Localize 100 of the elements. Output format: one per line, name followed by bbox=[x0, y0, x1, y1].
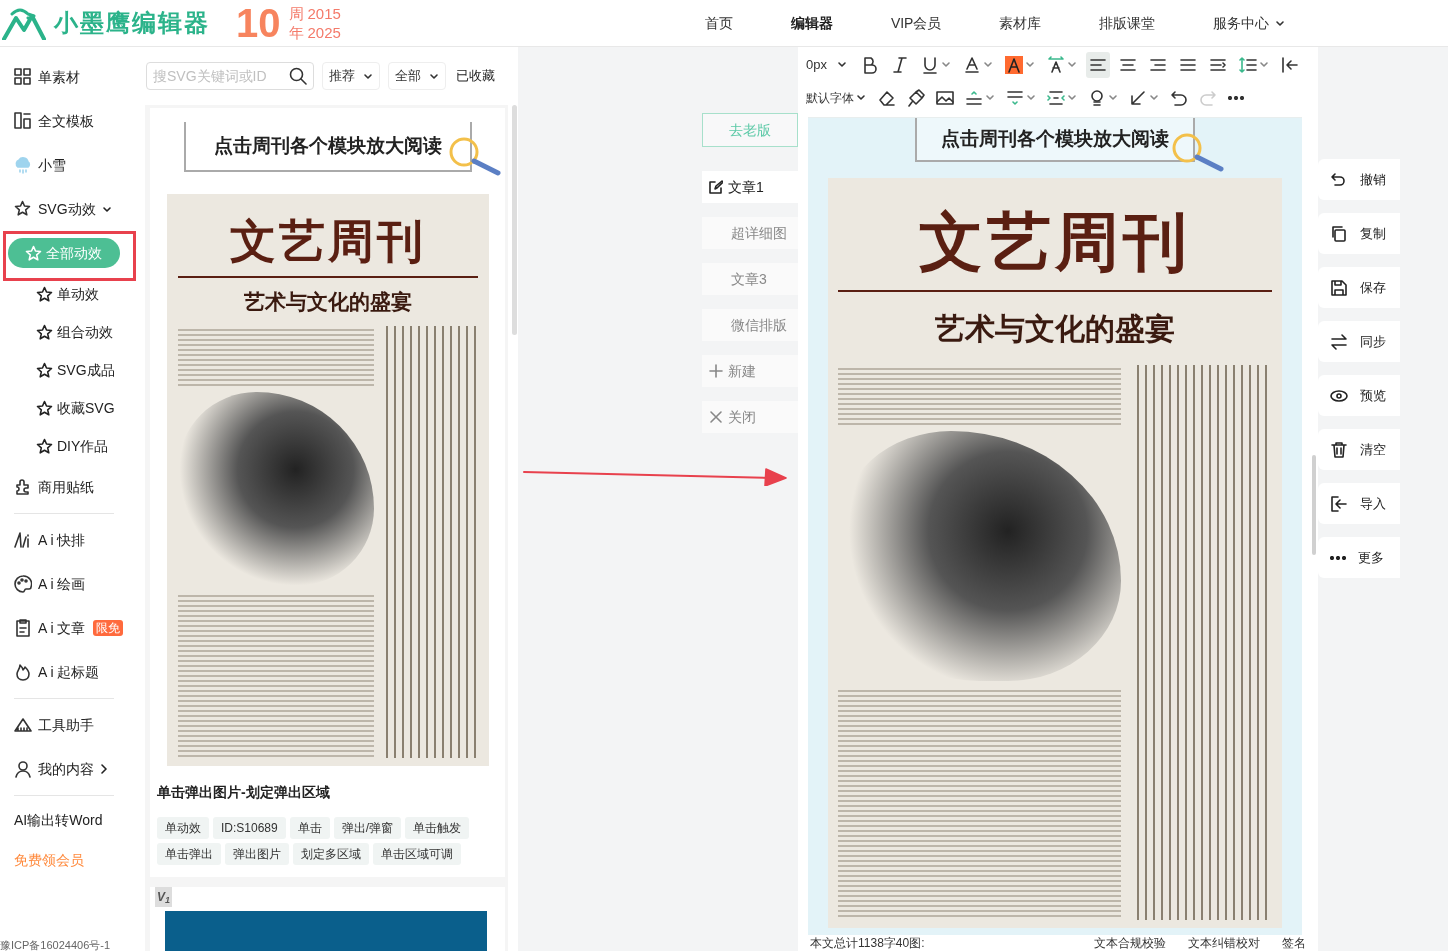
status-link[interactable]: 文本纠错校对 bbox=[1188, 935, 1260, 951]
palette-icon bbox=[14, 575, 32, 593]
newspaper-subtitle: 艺术与文化的盛宴 bbox=[935, 310, 1175, 348]
sidebar-item[interactable]: A i 绘画 bbox=[14, 562, 140, 606]
newspaper-title: 文艺周刊 bbox=[919, 210, 1191, 274]
card-title: 单击弹出图片-划定弹出区域 bbox=[157, 783, 331, 802]
favorites-link[interactable]: 已收藏 bbox=[456, 66, 495, 86]
sidebar-subitem[interactable]: DIY作品 bbox=[36, 435, 109, 457]
nav-link[interactable]: 素材库 bbox=[999, 12, 1042, 34]
align-left-button[interactable] bbox=[1086, 51, 1110, 78]
filter-dropdown[interactable]: 推荐 bbox=[322, 62, 380, 90]
bold-icon bbox=[861, 55, 879, 74]
font-family-dropdown[interactable]: 默认字体 bbox=[806, 88, 866, 107]
space-after-icon bbox=[1006, 88, 1024, 107]
triangle-ruler-icon bbox=[14, 716, 32, 734]
sidebar-item[interactable]: 工具助手 bbox=[14, 703, 140, 747]
anniversary-char: 周 bbox=[288, 4, 304, 23]
search-field[interactable]: 搜SVG关键词或ID bbox=[146, 62, 314, 90]
caret-icon bbox=[985, 93, 995, 102]
action-button[interactable]: 复制 bbox=[1318, 213, 1400, 254]
more-icon bbox=[1228, 95, 1244, 100]
sidebar-item[interactable]: SVG动效 bbox=[14, 187, 140, 231]
sidebar-item[interactable]: 商用贴纸 bbox=[14, 465, 140, 509]
import-icon bbox=[1330, 494, 1348, 513]
flame-icon bbox=[14, 663, 32, 681]
nav-link[interactable]: 首页 bbox=[704, 12, 733, 34]
caret-icon bbox=[1067, 93, 1077, 102]
caret-icon bbox=[101, 204, 112, 214]
eraser-icon bbox=[878, 88, 896, 107]
sidebar-item[interactable]: 我的内容 bbox=[14, 747, 140, 791]
anniversary-number: 10 bbox=[236, 3, 281, 43]
trash-icon bbox=[1330, 440, 1348, 459]
sidebar-item[interactable]: A i 快排 bbox=[14, 518, 140, 562]
star-icon bbox=[14, 200, 32, 218]
format-brush-icon bbox=[907, 88, 925, 107]
sidebar-item[interactable]: 单素材 bbox=[14, 55, 140, 99]
underline-icon bbox=[921, 55, 939, 74]
caret-icon bbox=[1259, 60, 1269, 69]
sidebar-item[interactable]: 小雪 bbox=[14, 143, 140, 187]
edit-icon bbox=[709, 180, 723, 194]
document-tab[interactable]: 超详细图 bbox=[702, 217, 798, 249]
sidebar-link[interactable]: AI输出转Word bbox=[14, 800, 140, 840]
material-card[interactable]: V$_{1}$ bbox=[150, 887, 505, 951]
star-icon bbox=[36, 323, 53, 341]
action-button[interactable]: 导入 bbox=[1318, 483, 1400, 524]
filter-dropdown[interactable]: 全部 bbox=[388, 62, 446, 90]
exit-icon bbox=[1281, 55, 1299, 74]
more-icon bbox=[1330, 555, 1346, 560]
document-tab[interactable]: 关闭 bbox=[702, 401, 798, 433]
star-icon bbox=[36, 285, 53, 303]
chevron-right-icon bbox=[100, 764, 108, 774]
star-icon bbox=[36, 437, 53, 455]
clipboard-icon bbox=[14, 619, 32, 637]
word-count: 本文总计1138字40图: bbox=[810, 935, 925, 951]
copy-icon bbox=[1330, 224, 1348, 243]
italic-icon bbox=[891, 55, 909, 74]
nav-link[interactable]: 编辑器 bbox=[790, 12, 833, 34]
undo-icon bbox=[1170, 88, 1188, 107]
document-tab[interactable]: 新建 bbox=[702, 355, 798, 387]
tag: 单击区域可调 bbox=[373, 843, 461, 865]
tag: 单击触发 bbox=[405, 817, 470, 839]
action-button[interactable]: 预览 bbox=[1318, 375, 1400, 416]
status-link[interactable]: 签名 bbox=[1282, 935, 1306, 951]
sidebar-item[interactable]: A i 起标题 bbox=[14, 650, 140, 694]
caret-icon bbox=[856, 93, 866, 102]
document-tab[interactable]: 文章1 bbox=[702, 171, 798, 203]
sidebar-subitem[interactable]: 收藏SVG bbox=[36, 397, 115, 419]
document-tab[interactable]: 文章3 bbox=[702, 263, 798, 295]
sidebar-item[interactable]: A i 文章 限免 bbox=[14, 606, 140, 650]
newspaper-title: 文艺周刊 bbox=[229, 218, 426, 264]
action-button[interactable]: 保存 bbox=[1318, 267, 1400, 308]
document-tab[interactable]: 微信排版 bbox=[702, 309, 798, 341]
layout-icon bbox=[14, 112, 32, 130]
caret-icon bbox=[429, 71, 439, 81]
sync-icon bbox=[1330, 332, 1348, 351]
nav-link[interactable]: VIP会员 bbox=[890, 12, 942, 34]
sidebar-subitem[interactable]: 组合动效 bbox=[36, 321, 113, 343]
material-card[interactable]: 点击周刊各个模块放大阅读 文艺周刊 艺术与文化的盛宴 单击弹出图片-划定弹出区域 单动效 ID:S10689 单击 弹出/弹窗 单击触发 单击弹出 弹出图片 划定多区域 单击区域可调 bbox=[150, 108, 505, 877]
action-button[interactable]: 同步 bbox=[1318, 321, 1400, 362]
star-icon bbox=[36, 361, 53, 379]
tag: 划定多区域 bbox=[293, 843, 369, 865]
version-badge: V$_{1}$ bbox=[155, 887, 173, 907]
line-height-icon bbox=[1239, 55, 1257, 74]
sidebar-item[interactable]: 全文模板 bbox=[14, 99, 140, 143]
close-icon bbox=[709, 410, 723, 424]
space-before-icon bbox=[965, 88, 983, 107]
action-button[interactable]: 更多 bbox=[1318, 537, 1400, 578]
action-button[interactable]: 撤销 bbox=[1318, 159, 1400, 200]
action-button[interactable]: 清空 bbox=[1318, 429, 1400, 470]
tag: 弹出/弹窗 bbox=[333, 817, 402, 839]
cloud-icon bbox=[14, 156, 32, 174]
nav-link[interactable]: 排版课堂 bbox=[1099, 12, 1156, 34]
font-size-dropdown[interactable]: 0px bbox=[806, 54, 852, 75]
sidebar-subitem[interactable]: SVG成品 bbox=[36, 359, 115, 381]
caret-icon bbox=[941, 60, 951, 69]
star-icon bbox=[25, 244, 42, 262]
sidebar-subitem[interactable]: 单动效 bbox=[36, 283, 99, 305]
status-link[interactable]: 文本合规校验 bbox=[1094, 935, 1166, 951]
anniversary-year: 2025 bbox=[307, 23, 341, 42]
nav-link[interactable]: 服务中心 bbox=[1213, 12, 1286, 34]
